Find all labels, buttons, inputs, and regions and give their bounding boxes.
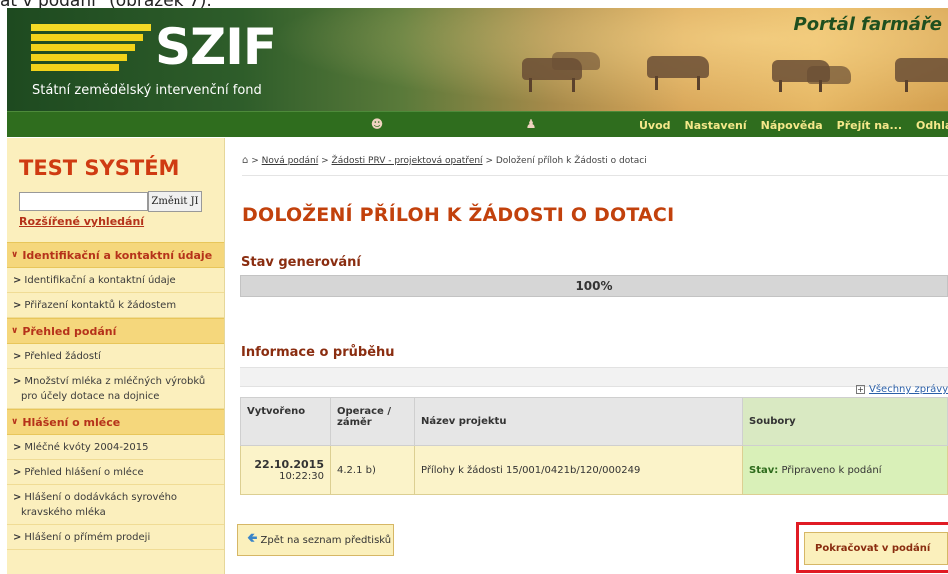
nav-napoveda[interactable]: Nápověda (761, 119, 823, 132)
sidebar-item[interactable]: > Hlášení o dodávkách syrového kravského … (7, 485, 224, 525)
sidebar-section-prehled-podani[interactable]: ∨ Přehled podání (7, 318, 224, 344)
breadcrumb: ⌂ > Nová podání > Žádosti PRV - projekto… (242, 155, 647, 166)
chevron-right-icon: > (13, 275, 22, 286)
sidebar-item-label: Přehled žádostí (24, 351, 101, 362)
sidebar-section-hlaseni-o-mlece[interactable]: ∨ Hlášení o mléce (7, 409, 224, 435)
chevron-down-icon: ∨ (11, 417, 19, 427)
files-cell: Stav: Připraveno k podání (742, 445, 948, 495)
breadcrumb-separator: > (485, 156, 493, 166)
all-messages-toggle[interactable]: + Všechny zprávy (856, 384, 948, 395)
chevron-right-icon: > (13, 376, 22, 387)
generation-status-heading: Stav generování (241, 255, 361, 270)
chevron-right-icon: > (13, 532, 22, 543)
back-to-list-button[interactable]: 🢀 Zpět na seznam předtisků (237, 524, 394, 556)
files-table: Vytvořeno Operace / záměr Název projektu… (240, 397, 948, 495)
ji-search-input[interactable] (19, 192, 148, 211)
generation-progress-bar: 100% (240, 275, 948, 297)
page-title: DOLOŽENÍ PŘÍLOH K ŽÁDOSTI O DOTACI (242, 204, 675, 226)
sidebar-menu: ∨ Identifikační a kontaktní údaje > Ident… (7, 242, 224, 550)
operation-cell: 4.2.1 b) (330, 445, 415, 495)
sidebar-item[interactable]: > Přehled žádostí (7, 344, 224, 369)
column-header: Název projektu (414, 397, 743, 446)
sidebar-item[interactable]: > Množství mléka z mléčných výrobků pro ú… (7, 369, 224, 409)
top-navigation: ☻ ♟ Úvod Nastavení Nápověda Přejít na...… (7, 111, 948, 137)
site-header: SZIF Státní zemědělský intervenční fond … (7, 8, 948, 111)
created-cell: 22.10.2015 10:22:30 (240, 445, 331, 495)
divider (242, 175, 948, 176)
system-title: TEST SYSTÉM (19, 156, 180, 180)
logo-subtitle: Státní zemědělský intervenční fond (32, 83, 262, 98)
sidebar-item-label: Hlášení o přímém prodeji (24, 532, 151, 543)
nav-nastaveni[interactable]: Nastavení (685, 119, 747, 132)
nav-odhlasit[interactable]: Odhlásit (916, 119, 948, 132)
chevron-right-icon: > (13, 351, 22, 362)
sidebar-section-identifikace[interactable]: ∨ Identifikační a kontaktní údaje (7, 242, 224, 268)
user-icon[interactable]: ☻ (370, 117, 384, 131)
main-content: ⌂ > Nová podání > Žádosti PRV - projekto… (226, 138, 948, 574)
sidebar-item[interactable]: > Identifikační a kontaktní údaje (7, 268, 224, 293)
project-name-cell: Přílohy k žádosti 15/001/0421b/120/00024… (414, 445, 743, 495)
status-label: Stav: (749, 464, 779, 476)
breadcrumb-separator: > (321, 156, 329, 166)
section-label: Identifikační a kontaktní údaje (22, 248, 213, 262)
created-date: 22.10.2015 (254, 458, 324, 471)
column-header: Operace / záměr (330, 397, 415, 446)
created-time: 10:22:30 (279, 471, 324, 482)
sidebar-item-label: Mléčné kvóty 2004-2015 (24, 442, 149, 453)
advanced-search-link[interactable]: Rozšířené vyhledání (19, 215, 144, 228)
chevron-down-icon: ∨ (11, 250, 19, 260)
chevron-right-icon: > (13, 442, 22, 453)
sidebar-item[interactable]: > Hlášení o přímém prodeji (7, 525, 224, 550)
chevron-right-icon: > (13, 492, 22, 503)
sidebar: TEST SYSTÉM Změnit JI Rozšířené vyhledán… (7, 138, 225, 574)
chevron-right-icon: > (13, 300, 22, 311)
sidebar-item-label: Přiřazení kontaktů k žádostem (24, 300, 177, 311)
progress-info-heading: Informace o průběhu (241, 345, 395, 360)
breadcrumb-separator: > (251, 156, 259, 166)
sidebar-item-label: Množství mléka z mléčných výrobků pro úč… (21, 376, 206, 402)
chevron-down-icon: ∨ (11, 326, 19, 336)
sidebar-item-label: Identifikační a kontaktní údaje (24, 275, 176, 286)
sidebar-item[interactable]: > Mléčné kvóty 2004-2015 (7, 435, 224, 460)
column-header: Soubory (742, 397, 948, 446)
table-row: 22.10.2015 10:22:30 4.2.1 b) Přílohy k ž… (240, 445, 948, 495)
chevron-right-icon: > (13, 467, 22, 478)
nav-prejit-na[interactable]: Přejít na... (837, 119, 902, 132)
change-ji-button[interactable]: Změnit JI (148, 191, 202, 212)
status-value: Připraveno k podání (781, 464, 882, 476)
szif-logo-icon (31, 24, 151, 74)
expand-icon: + (856, 384, 865, 394)
breadcrumb-link[interactable]: Žádosti PRV - projektová opatření (332, 156, 483, 166)
sidebar-item-label: Přehled hlášení o mléce (24, 467, 144, 478)
continue-submission-button[interactable]: Pokračovat v podání (804, 532, 948, 565)
arrow-left-icon: 🢀 (247, 531, 258, 546)
column-header: Vytvořeno (240, 397, 331, 446)
breadcrumb-link[interactable]: Nová podání (262, 156, 319, 166)
all-messages-link[interactable]: Všechny zprávy (869, 384, 948, 395)
portal-title: Portál farmáře (793, 14, 942, 35)
sidebar-item-label: Hlášení o dodávkách syrového kravského m… (21, 492, 178, 518)
person-icon[interactable]: ♟ (524, 117, 538, 131)
progress-label: 100% (575, 279, 613, 293)
sidebar-item[interactable]: > Přiřazení kontaktů k žádostem (7, 293, 224, 318)
home-icon[interactable]: ⌂ (242, 155, 248, 166)
table-header-row: Vytvořeno Operace / záměr Název projektu… (240, 397, 948, 446)
logo-text: SZIF (155, 18, 277, 76)
nav-uvod[interactable]: Úvod (639, 119, 671, 132)
messages-strip (240, 367, 948, 387)
sidebar-item[interactable]: > Přehled hlášení o mléce (7, 460, 224, 485)
back-button-label: Zpět na seznam předtisků (260, 534, 392, 546)
breadcrumb-current: Doložení příloh k Žádosti o dotaci (495, 156, 647, 166)
section-label: Hlášení o mléce (22, 415, 121, 429)
section-label: Přehled podání (22, 324, 117, 338)
